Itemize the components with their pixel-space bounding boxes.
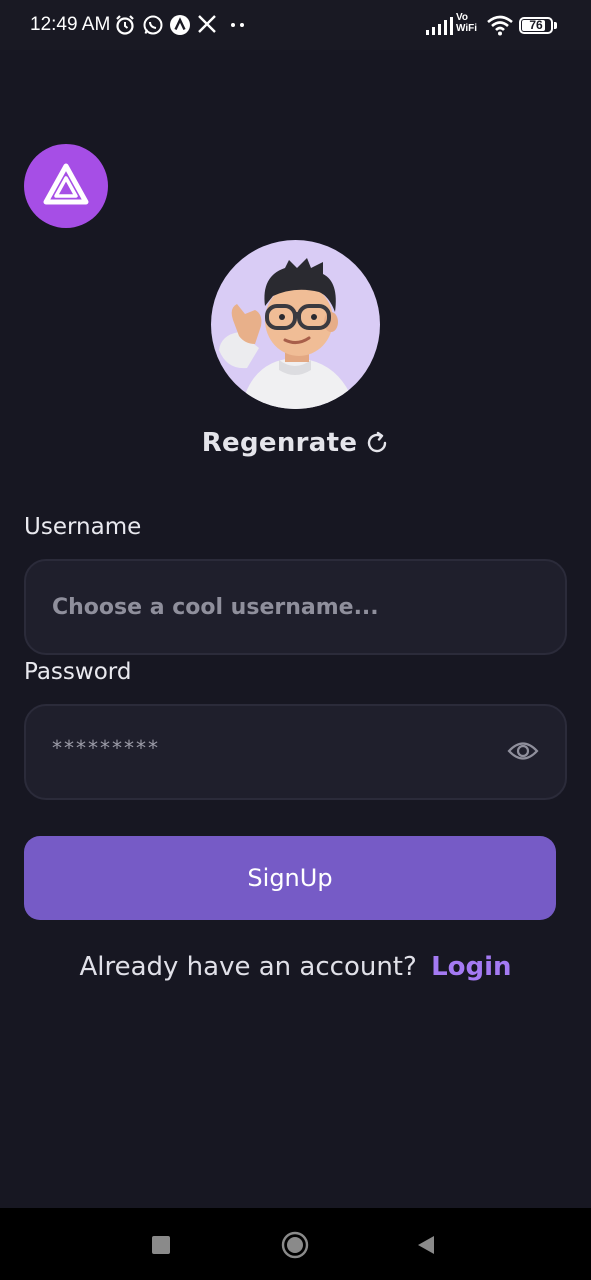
password-input[interactable]: ********* [52,736,160,760]
recents-icon[interactable] [151,1235,171,1255]
login-link[interactable]: Login [431,952,511,982]
app-logo [24,144,108,228]
status-bar: 12:49 AM Vo WiFi 76 [0,0,591,50]
password-label: Password [24,659,132,685]
avatar [211,240,380,409]
memoji-avatar-image [219,258,356,409]
login-prompt: Already have an account? Login [0,952,591,982]
regenerate-label: Regenrate [201,428,358,458]
eye-icon[interactable] [507,738,539,764]
back-icon[interactable] [416,1235,436,1255]
regenerate-button[interactable]: Regenrate [202,428,390,458]
more-dots-icon [231,23,244,27]
home-icon[interactable] [281,1231,309,1259]
x-icon [198,15,216,33]
status-time: 12:49 AM [30,14,111,35]
username-input[interactable] [52,561,492,653]
wifi-icon [487,15,513,36]
app-icon [170,15,190,35]
triangle-logo-icon [43,163,89,205]
battery-icon: 76 [519,17,553,34]
regenerate-row: Regenrate [0,428,591,458]
whatsapp-icon [143,15,163,35]
battery-percent: 76 [529,18,543,32]
login-prompt-text: Already have an account? [79,952,417,982]
vowifi-indicator: Vo WiFi [456,12,478,34]
username-field[interactable] [24,559,567,655]
password-field[interactable]: ********* [24,704,567,800]
signal-icon [426,17,453,35]
signup-button[interactable]: SignUp [24,836,556,920]
battery-tip [554,22,557,29]
alarm-icon [116,15,134,35]
username-label: Username [24,514,142,540]
navigation-bar [0,1208,591,1280]
refresh-icon [368,431,387,453]
